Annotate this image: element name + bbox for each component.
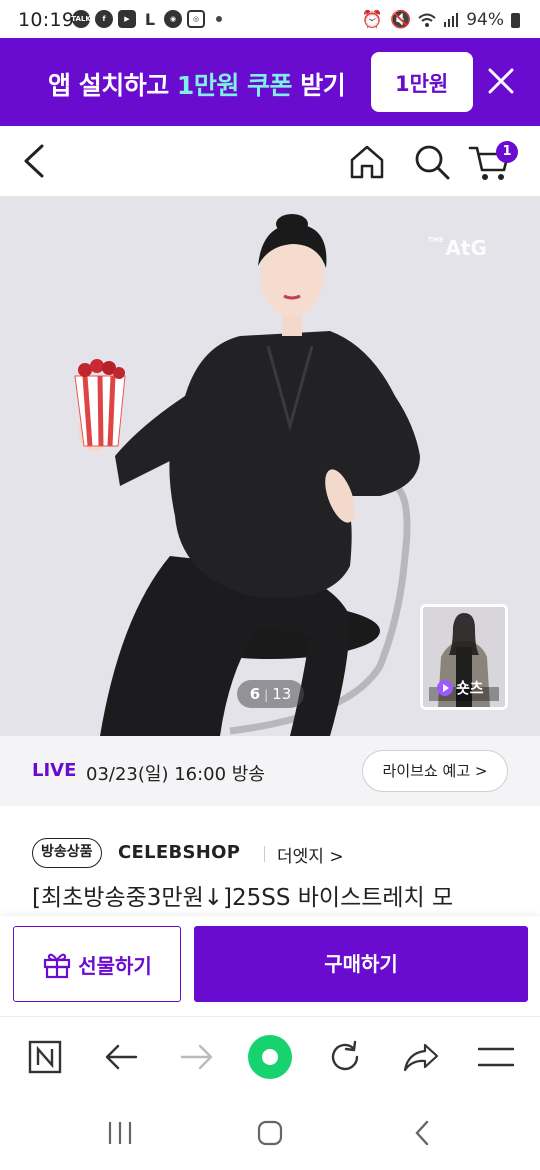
shorts-thumbnail[interactable]: 숏츠 bbox=[420, 604, 508, 710]
back-arrow-icon bbox=[105, 1044, 138, 1070]
battery-icon bbox=[511, 12, 520, 28]
divider bbox=[264, 846, 265, 862]
gift-button[interactable]: 선물하기 bbox=[13, 926, 181, 1002]
promo-text: 앱 설치하고 1만원 쿠폰 받기 bbox=[48, 71, 346, 100]
image-counter: 6 | 13 bbox=[237, 680, 304, 708]
brand-link[interactable]: 더엣지 > bbox=[277, 842, 344, 867]
menu-button[interactable] bbox=[473, 1035, 519, 1079]
notification-icons: TALK f ▶ L ◉ ◎ bbox=[71, 10, 222, 29]
broadcast-datetime: 03/23(일) 16:00 방송 bbox=[86, 764, 265, 785]
product-image-carousel[interactable]: THE AtG 6 | 13 숏츠 bbox=[0, 196, 540, 736]
home-button[interactable] bbox=[250, 1116, 290, 1150]
brand-watermark: THE AtG bbox=[428, 236, 487, 260]
recent-apps-button[interactable] bbox=[100, 1116, 140, 1150]
wifi-icon bbox=[418, 13, 436, 27]
search-icon[interactable] bbox=[412, 144, 452, 180]
gift-label: 선물하기 bbox=[78, 953, 152, 978]
page-header bbox=[0, 126, 540, 196]
play-icon bbox=[437, 679, 453, 696]
buy-button[interactable]: 구매하기 bbox=[194, 926, 528, 1002]
gift-icon bbox=[44, 953, 71, 979]
status-time: 10:19 bbox=[18, 9, 75, 31]
refresh-button[interactable] bbox=[322, 1035, 368, 1079]
mute-icon: 🔇 bbox=[390, 10, 412, 30]
live-tag: LIVE bbox=[32, 760, 77, 781]
coupon-badge[interactable]: 1만원 bbox=[371, 52, 473, 112]
share-button[interactable] bbox=[398, 1035, 444, 1079]
shop-name[interactable]: CELEBSHOP bbox=[118, 842, 240, 863]
back-arrow-icon[interactable] bbox=[20, 144, 50, 178]
app-install-banner[interactable]: 앱 설치하고 1만원 쿠폰 받기 1만원 bbox=[0, 38, 540, 126]
recent-apps-icon bbox=[108, 1122, 132, 1144]
chevron-left-icon bbox=[415, 1120, 429, 1146]
instagram-icon: ◎ bbox=[187, 10, 205, 28]
close-icon[interactable] bbox=[482, 62, 520, 100]
facebook-icon: f bbox=[95, 10, 113, 28]
system-navigation-bar bbox=[0, 1096, 540, 1170]
live-preview-button[interactable]: 라이브쇼 예고 > bbox=[362, 750, 508, 792]
home-icon[interactable] bbox=[348, 144, 386, 180]
green-dot-icon bbox=[248, 1035, 292, 1079]
shorts-label: 숏츠 bbox=[437, 677, 484, 698]
signal-icon bbox=[444, 13, 459, 27]
cart-count-badge: 1 bbox=[496, 141, 518, 163]
dot-icon bbox=[216, 16, 222, 22]
broadcast-product-badge: 방송상품 bbox=[32, 838, 102, 868]
share-icon bbox=[403, 1043, 439, 1072]
status-bar: 10:19 TALK f ▶ L ◉ ◎ ⏰ 🔇 94% bbox=[0, 0, 540, 38]
naver-home-button[interactable] bbox=[22, 1035, 68, 1079]
talk-icon: TALK bbox=[71, 10, 91, 28]
browser-back-button[interactable] bbox=[98, 1035, 144, 1079]
purchase-bar: 선물하기 구매하기 bbox=[0, 916, 540, 1016]
green-dot-button[interactable] bbox=[247, 1035, 293, 1079]
l-icon: L bbox=[141, 10, 159, 29]
system-icons: ⏰ 🔇 94% bbox=[362, 10, 520, 30]
naver-n-icon bbox=[28, 1040, 62, 1074]
system-back-button[interactable] bbox=[402, 1116, 442, 1150]
browser-forward-button[interactable] bbox=[174, 1035, 220, 1079]
hamburger-menu-icon bbox=[478, 1047, 514, 1067]
product-info: 방송상품 CELEBSHOP 더엣지 > [최초방송중3만원↓]25SS 바이스… bbox=[0, 806, 540, 916]
live-broadcast-bar: LIVE 03/23(일) 16:00 방송 라이브쇼 예고 > bbox=[0, 736, 540, 806]
battery-level: 94% bbox=[466, 10, 504, 30]
browser-toolbar bbox=[0, 1016, 540, 1096]
refresh-icon bbox=[331, 1040, 359, 1071]
forward-arrow-icon bbox=[180, 1044, 213, 1070]
home-square-icon bbox=[257, 1120, 283, 1146]
youtube-icon: ▶ bbox=[118, 10, 136, 28]
alarm-icon: ⏰ bbox=[361, 10, 384, 30]
product-title: [최초방송중3만원↓]25SS 바이스트레치 모 bbox=[32, 885, 454, 911]
chrome-icon: ◉ bbox=[164, 10, 182, 28]
